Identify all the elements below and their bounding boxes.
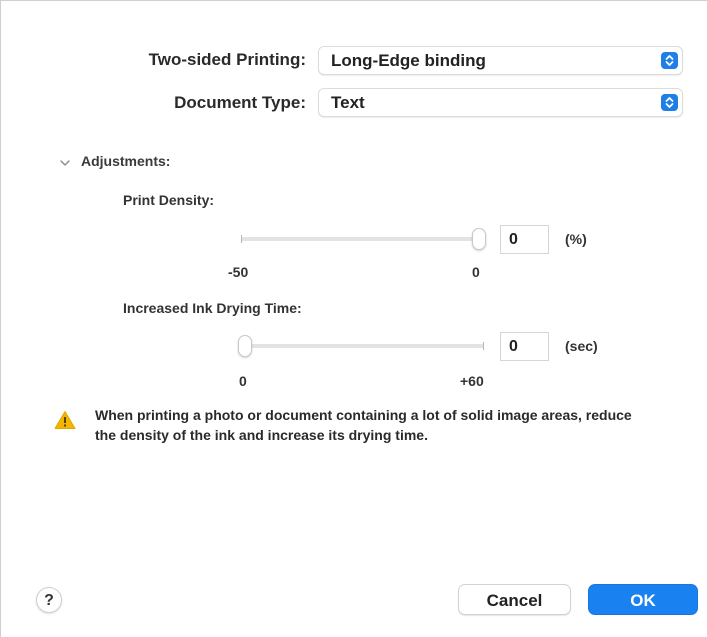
adjustments-title: Adjustments: — [81, 153, 171, 169]
warning-message: When printing a photo or document contai… — [95, 407, 632, 443]
print-density-slider-knob[interactable] — [472, 228, 486, 250]
ink-drying-min-label: 0 — [239, 373, 247, 389]
print-density-unit: (%) — [565, 231, 587, 247]
ok-button[interactable]: OK — [588, 584, 698, 615]
ink-drying-input[interactable] — [501, 333, 548, 360]
print-density-field[interactable] — [500, 225, 549, 254]
two-sided-printing-value: Long-Edge binding — [331, 51, 486, 70]
slider-tick — [483, 342, 484, 350]
ink-drying-slider-knob[interactable] — [238, 335, 252, 357]
print-density-label: Print Density: — [123, 192, 215, 208]
slider-tick — [241, 235, 242, 243]
print-density-min-label: -50 — [228, 264, 249, 280]
ink-drying-field[interactable] — [500, 332, 549, 361]
ink-drying-max-label: +60 — [460, 373, 484, 389]
ink-drying-time-label: Increased Ink Drying Time: — [123, 300, 302, 316]
warning-triangle-icon — [54, 410, 76, 430]
cancel-button[interactable]: Cancel — [458, 584, 571, 615]
help-button[interactable]: ? — [36, 587, 62, 613]
disclosure-chevron-down-icon[interactable] — [59, 156, 71, 168]
document-type-label: Document Type: — [174, 93, 306, 112]
print-density-input[interactable] — [501, 226, 548, 253]
document-type-value: Text — [331, 93, 365, 112]
print-density-max-label: 0 — [472, 264, 480, 280]
two-sided-printing-popup[interactable]: Long-Edge binding — [318, 46, 683, 75]
ink-drying-unit: (sec) — [565, 338, 598, 354]
popup-stepper-icon — [661, 52, 678, 69]
two-sided-printing-label: Two-sided Printing: — [148, 50, 306, 69]
popup-stepper-icon — [661, 94, 678, 111]
print-density-slider-track[interactable] — [241, 237, 484, 241]
print-settings-dialog: Two-sided Printing: Long-Edge binding Do… — [0, 0, 707, 637]
ink-drying-slider-track[interactable] — [241, 344, 484, 348]
document-type-popup[interactable]: Text — [318, 88, 683, 117]
